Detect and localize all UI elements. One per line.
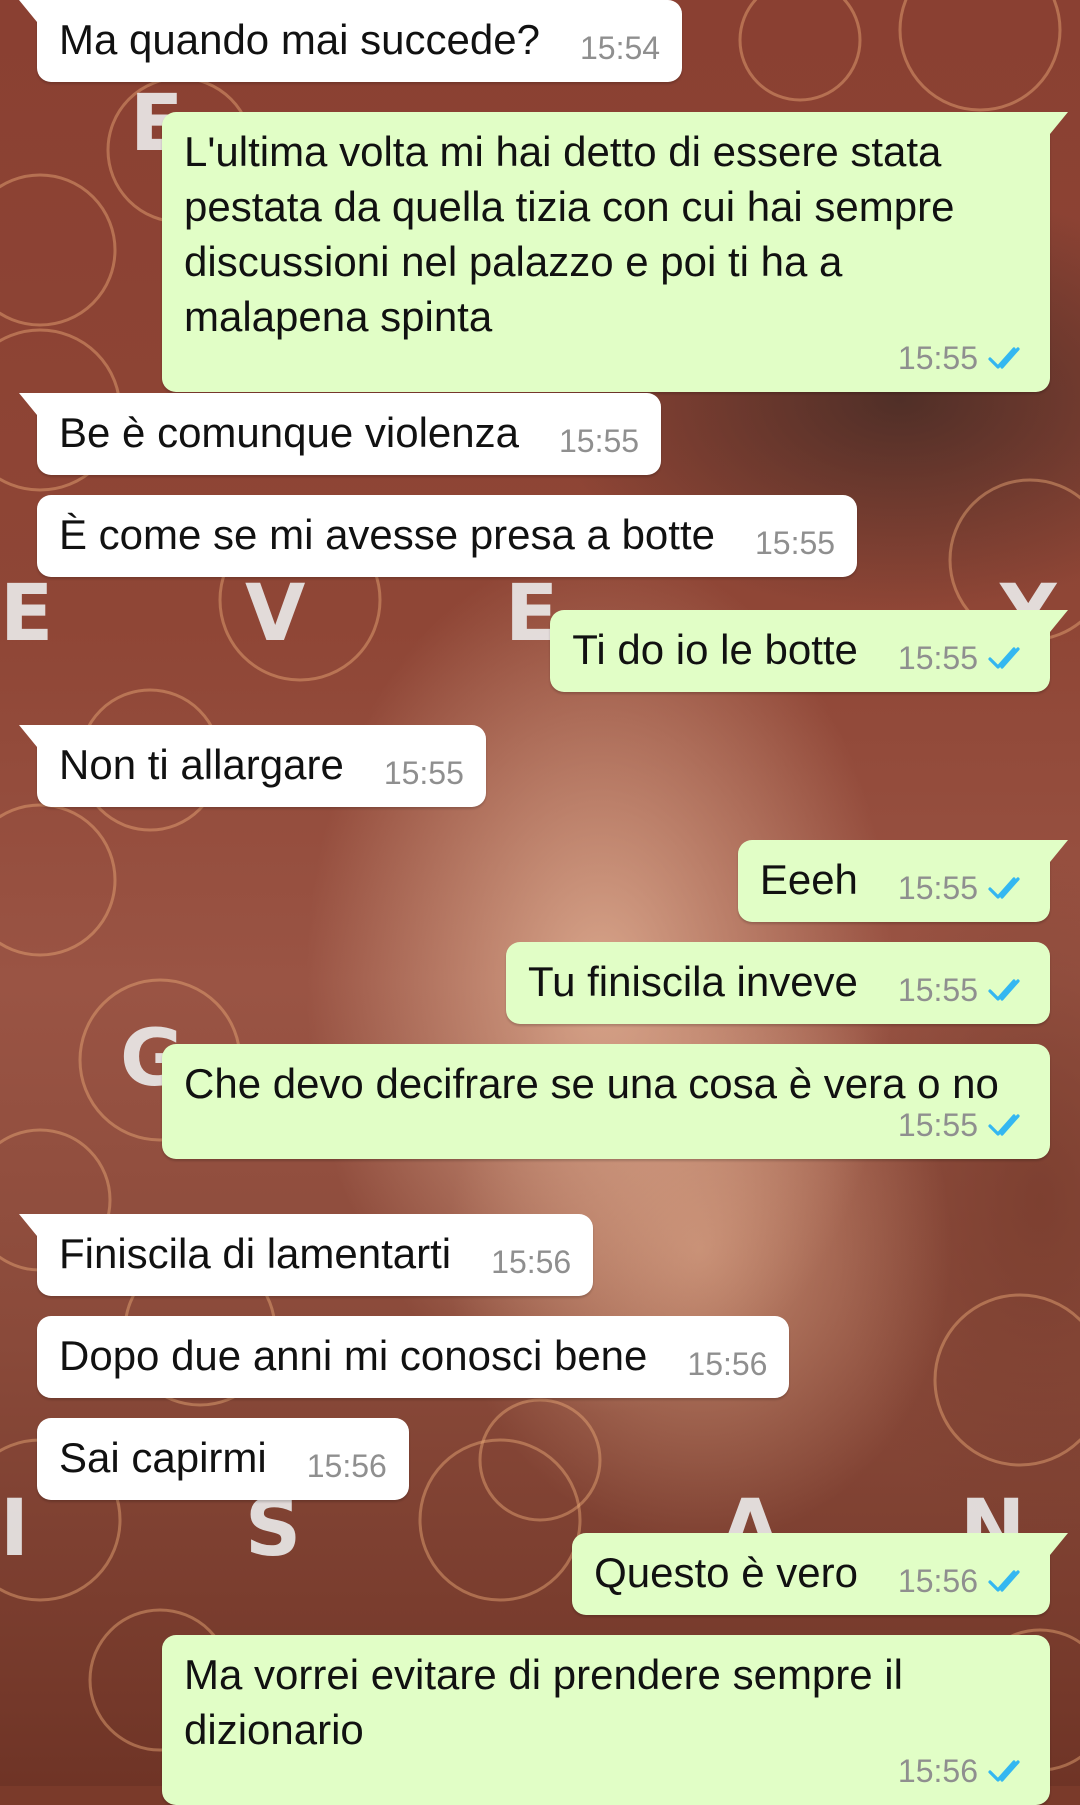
message-time: 15:56 bbox=[491, 1244, 572, 1280]
message-time: 15:56 bbox=[306, 1448, 387, 1484]
message-text: È come se mi avesse presa a botte bbox=[59, 511, 715, 558]
outgoing-message[interactable]: Questo è vero 15:56 bbox=[572, 1533, 1068, 1615]
outgoing-message[interactable]: Che devo decifrare se una cosa è vera o … bbox=[162, 1044, 1050, 1159]
outgoing-message[interactable]: Tu finiscila inveve 15:55 bbox=[506, 942, 1050, 1024]
incoming-message[interactable]: Dopo due anni mi conosci bene 15:56 bbox=[37, 1316, 790, 1398]
message-time: 15:55 bbox=[383, 755, 464, 791]
outgoing-message[interactable]: Eeeh 15:55 bbox=[737, 840, 1069, 922]
read-double-check-icon bbox=[988, 1114, 1020, 1136]
read-double-check-icon bbox=[988, 877, 1020, 899]
incoming-message[interactable]: Ma quando mai succede? 15:54 bbox=[18, 0, 683, 82]
outgoing-message[interactable]: Ma vorrei evitare di prendere sempre il … bbox=[162, 1635, 1050, 1805]
outgoing-message[interactable]: L'ultima volta mi hai detto di essere st… bbox=[162, 112, 1068, 392]
read-double-check-icon bbox=[988, 1570, 1020, 1592]
message-text: Ti do io le botte bbox=[572, 626, 858, 673]
message-time: 15:55 bbox=[897, 972, 978, 1008]
message-time: 15:55 bbox=[897, 1107, 978, 1143]
incoming-message[interactable]: Non ti allargare 15:55 bbox=[19, 725, 486, 807]
read-double-check-icon bbox=[988, 979, 1020, 1001]
message-time: 15:55 bbox=[897, 340, 978, 376]
message-meta: 15:55 bbox=[755, 523, 835, 563]
message-time: 15:54 bbox=[579, 30, 661, 66]
message-time: 15:55 bbox=[897, 870, 978, 906]
read-double-check-icon bbox=[988, 1760, 1020, 1782]
conversation-list[interactable]: Ma quando mai succede? 15:54 L'ultima vo… bbox=[0, 0, 1080, 1805]
incoming-message[interactable]: Sai capirmi 15:56 bbox=[37, 1418, 409, 1500]
message-text: Be è comunque violenza bbox=[59, 409, 519, 456]
message-text: Non ti allargare bbox=[59, 741, 344, 788]
message-text: Questo è vero bbox=[594, 1549, 858, 1596]
message-text: Finiscila di lamentarti bbox=[59, 1230, 452, 1277]
message-time: 15:55 bbox=[558, 423, 640, 459]
incoming-message[interactable]: Finiscila di lamentarti 15:56 bbox=[18, 1214, 594, 1296]
message-time: 15:56 bbox=[897, 1563, 978, 1599]
read-double-check-icon bbox=[988, 647, 1020, 669]
message-meta: 15:55 bbox=[898, 868, 1028, 908]
message-meta: 15:55 bbox=[184, 1105, 1028, 1145]
message-text: L'ultima volta mi hai detto di essere st… bbox=[184, 128, 967, 340]
outgoing-message[interactable]: Ti do io le botte 15:55 bbox=[550, 610, 1068, 692]
message-meta: 15:55 bbox=[898, 970, 1028, 1010]
message-time: 15:55 bbox=[897, 640, 978, 676]
message-time: 15:56 bbox=[897, 1753, 978, 1789]
message-text: Tu finiscila inveve bbox=[528, 958, 858, 1005]
message-text: Dopo due anni mi conosci bene bbox=[59, 1332, 648, 1379]
incoming-message[interactable]: È come se mi avesse presa a botte 15:55 bbox=[37, 495, 858, 577]
message-text: Sai capirmi bbox=[59, 1434, 267, 1481]
message-text: Che devo decifrare se una cosa è vera o … bbox=[184, 1060, 999, 1107]
message-meta: 15:55 bbox=[384, 753, 464, 793]
message-meta: 15:55 bbox=[184, 338, 1028, 378]
message-text: Ma quando mai succede? bbox=[59, 16, 540, 63]
message-meta: 15:56 bbox=[491, 1242, 571, 1282]
incoming-message[interactable]: Be è comunque violenza 15:55 bbox=[18, 393, 662, 475]
message-text: Eeeh bbox=[759, 856, 858, 903]
message-meta: 15:56 bbox=[687, 1344, 767, 1384]
message-meta: 15:56 bbox=[184, 1751, 1028, 1791]
message-meta: 15:55 bbox=[898, 638, 1028, 678]
message-meta: 15:56 bbox=[307, 1446, 387, 1486]
message-meta: 15:56 bbox=[898, 1561, 1028, 1601]
message-text: Ma vorrei evitare di prendere sempre il … bbox=[184, 1651, 915, 1753]
read-double-check-icon bbox=[988, 347, 1020, 369]
message-meta: 15:54 bbox=[580, 28, 660, 68]
message-time: 15:56 bbox=[687, 1346, 768, 1382]
message-time: 15:55 bbox=[754, 525, 836, 561]
message-meta: 15:55 bbox=[559, 421, 639, 461]
